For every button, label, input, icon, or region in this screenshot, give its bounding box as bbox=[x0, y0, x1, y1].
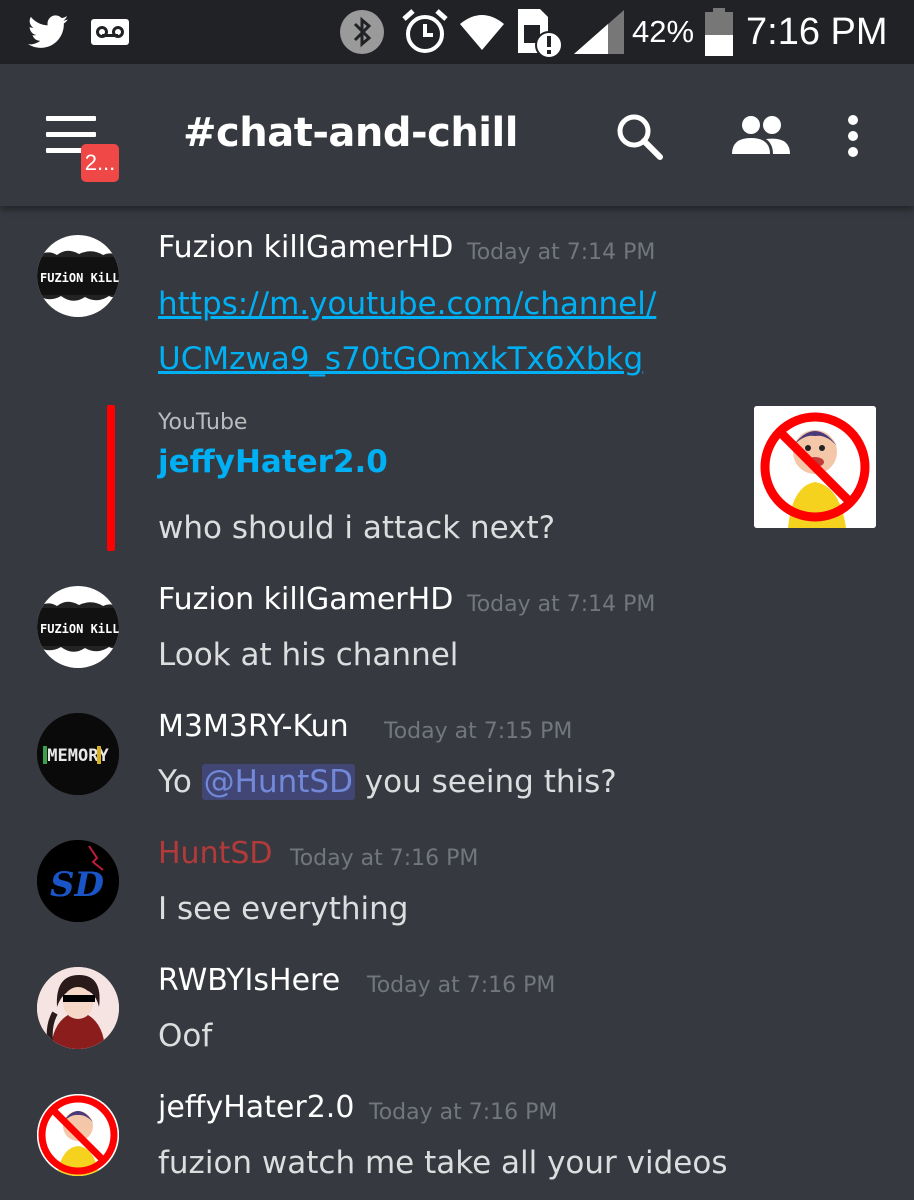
message-text: Yo bbox=[158, 764, 202, 800]
voicemail-icon bbox=[89, 0, 131, 64]
more-vert-icon[interactable] bbox=[844, 114, 862, 162]
message-content: Yo @HuntSD you seeing this? bbox=[158, 764, 617, 800]
members-icon[interactable] bbox=[730, 112, 792, 162]
twitter-icon bbox=[28, 0, 68, 64]
embed-thumbnail[interactable] bbox=[754, 406, 876, 528]
message-timestamp: Today at 7:14 PM bbox=[467, 592, 656, 617]
user-mention[interactable]: @HuntSD bbox=[201, 764, 355, 800]
wifi-icon bbox=[458, 0, 506, 64]
message-author[interactable]: HuntSD bbox=[158, 836, 273, 871]
message-timestamp: Today at 7:14 PM bbox=[467, 240, 656, 265]
embed-accent-bar bbox=[107, 405, 115, 551]
message-content: fuzion watch me take all your videos bbox=[158, 1145, 728, 1181]
avatar[interactable]: FUZiON KiLL bbox=[37, 586, 119, 668]
message-link[interactable]: https://m.youtube.com/channel/ bbox=[158, 286, 656, 322]
message-timestamp: Today at 7:16 PM bbox=[369, 1100, 558, 1125]
message-list[interactable]: FUZiON KiLL Fuzion killGamerHD Today at … bbox=[0, 206, 914, 1200]
embed-description: who should i attack next? bbox=[158, 510, 556, 546]
message-content: I see everything bbox=[158, 891, 409, 927]
message-content: Look at his channel bbox=[158, 637, 459, 673]
battery-icon bbox=[703, 0, 735, 64]
avatar[interactable]: FUZiON KiLL bbox=[37, 235, 119, 317]
embed-title[interactable]: jeffyHater2.0 bbox=[158, 444, 388, 480]
alarm-icon bbox=[400, 0, 450, 64]
avatar[interactable]: MEMORY bbox=[37, 713, 119, 795]
bluetooth-icon bbox=[339, 0, 385, 64]
sim-alert-icon bbox=[514, 0, 564, 64]
avatar[interactable] bbox=[37, 1094, 119, 1176]
message-content: Oof bbox=[158, 1018, 213, 1054]
signal-icon bbox=[572, 0, 626, 64]
channel-title: #chat-and-chill bbox=[183, 110, 518, 156]
message-author[interactable]: RWBYIsHere bbox=[158, 963, 340, 998]
search-icon[interactable] bbox=[613, 110, 665, 166]
message-timestamp: Today at 7:15 PM bbox=[384, 719, 573, 744]
notification-badge: 2... bbox=[81, 144, 119, 182]
message-timestamp: Today at 7:16 PM bbox=[367, 973, 556, 998]
message-author[interactable]: Fuzion killGamerHD bbox=[158, 230, 453, 265]
avatar-logo-text: FUZiON KiLL bbox=[40, 622, 119, 636]
message-author[interactable]: M3M3RY-Kun bbox=[158, 709, 349, 744]
avatar[interactable]: SD bbox=[37, 840, 119, 922]
message-author[interactable]: jeffyHater2.0 bbox=[158, 1090, 354, 1125]
message-link-continued[interactable]: UCMzwa9_s70tGOmxkTx6Xbkg bbox=[158, 341, 643, 377]
avatar[interactable] bbox=[37, 967, 119, 1049]
status-bar: 42% 7:16 PM bbox=[0, 0, 914, 64]
battery-percent: 42% bbox=[632, 14, 695, 49]
embed-provider: YouTube bbox=[158, 410, 248, 435]
channel-header: 2... #chat-and-chill bbox=[0, 64, 914, 206]
clock: 7:16 PM bbox=[746, 10, 888, 53]
message-timestamp: Today at 7:16 PM bbox=[290, 846, 479, 871]
message-text: you seeing this? bbox=[354, 764, 617, 800]
avatar-logo-text: SD bbox=[50, 865, 105, 905]
message-author[interactable]: Fuzion killGamerHD bbox=[158, 582, 453, 617]
avatar-logo-text: FUZiON KiLL bbox=[40, 271, 119, 285]
